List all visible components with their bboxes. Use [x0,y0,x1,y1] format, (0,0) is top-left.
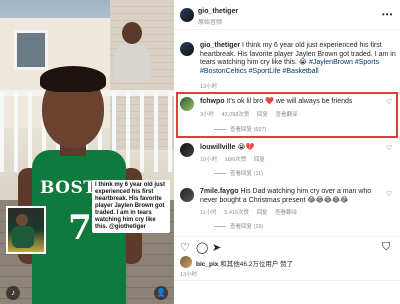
likes-line[interactable]: bic_pix 和其他46.2万位用户 赞了 [196,258,293,268]
likes-user[interactable]: bic_pix [196,261,218,268]
view-replies-button[interactable]: 查看回复 (11) [214,169,263,177]
comment-meta: 3小时 43,098次赞 回复 查看翻译 [200,110,304,118]
photo-window [14,30,48,70]
comment-username[interactable]: fchwpo [200,98,225,105]
more-icon[interactable]: ••• [382,10,393,19]
like-heart-icon[interactable]: ♡ [180,241,190,254]
comment-avatar-fchwpo[interactable] [180,97,194,111]
post-panel: gio_thetiger 原始音频 ••• gio_thetiger I thi… [174,0,400,304]
comment-likes: 18/6次赞 [224,157,247,163]
view-replies-label: 查看回复 (19) [230,224,264,230]
reply-button[interactable]: 回复 [257,112,268,118]
header-avatar[interactable] [180,8,194,22]
comment-avatar-louwillville[interactable] [180,143,194,157]
post-date: 13小时 [180,272,198,278]
comment-meta: 11小时 3,416次赞 回复 查看翻译 [200,208,303,216]
heart-icon[interactable]: ♡ [386,98,392,106]
post-caption: gio_thetiger I think my 6 year old just … [200,42,396,76]
comment-likes: 3,416次赞 [224,210,250,216]
comment-time: 10小时 [200,157,218,163]
comment-avatar-7milefaygo[interactable] [180,188,194,202]
post-photo[interactable]: BOSTON 7 I think my 6 year old just expe… [0,0,174,304]
post-header: gio_thetiger 原始音频 ••• [174,0,400,30]
header-audio[interactable]: 原始音频 [198,17,222,26]
comment-louwillville: louwillville 😭💔 [200,144,380,153]
translate-button[interactable]: 查看翻译 [276,112,298,118]
view-replies-label: 查看回复 (11) [230,171,263,177]
reply-button[interactable]: 回复 [257,210,268,216]
heart-icon[interactable]: ♡ [386,144,392,152]
comment-username[interactable]: 7mile.faygo [200,188,239,195]
audio-icon[interactable]: ♪ [6,286,20,300]
share-icon[interactable]: ➤ [212,241,221,254]
comment-fchwpo: fchwpo It's ok lil bro ❤️ we will always… [200,98,380,107]
comment-username[interactable]: louwillville [200,144,235,151]
reply-button[interactable]: 回复 [254,157,265,163]
comment-icon[interactable]: ◯ [196,241,208,254]
view-replies-label: 查看回复 (697) [230,127,267,133]
comment-7milefaygo: 7mile.faygo His Dad watching him cry ove… [200,188,380,205]
heart-icon[interactable]: ♡ [386,190,392,198]
translate-button[interactable]: 查看翻译 [275,210,297,216]
view-replies-button[interactable]: 查看回复 (19) [214,222,263,230]
comment-time: 3小时 [200,112,215,118]
add-comment-bar[interactable] [174,280,400,304]
header-username[interactable]: gio_thetiger [198,8,238,15]
comment-time: 11小时 [200,210,217,216]
caption-time: 13小时 [200,84,218,90]
inset-photo [6,206,46,254]
likes-rest: 和其他46.2万位用户 赞了 [220,261,294,268]
photo-caption-tag: @giothetiger [109,224,146,230]
comment-meta: 10小时 18/6次赞 回复 [200,155,271,163]
photo-man [112,22,152,82]
comment-text: It's ok lil bro ❤️ we will always be fri… [226,98,353,105]
view-replies-button[interactable]: 查看回复 (697) [214,125,266,133]
tag-icon[interactable]: 👤 [154,286,168,300]
comment-likes: 43,098次赞 [221,112,250,118]
photo-caption-text: I think my 6 year old just experienced h… [95,182,166,230]
action-bar: ♡ ◯ ➤ ⛉ [174,236,400,256]
comment-text: 😭💔 [237,144,255,151]
caption-avatar[interactable] [180,42,194,56]
photo-caption-overlay: I think my 6 year old just experienced h… [92,180,170,233]
bookmark-icon[interactable]: ⛉ [382,241,390,254]
caption-username[interactable]: gio_thetiger [200,42,240,49]
likes-avatar [180,256,192,268]
